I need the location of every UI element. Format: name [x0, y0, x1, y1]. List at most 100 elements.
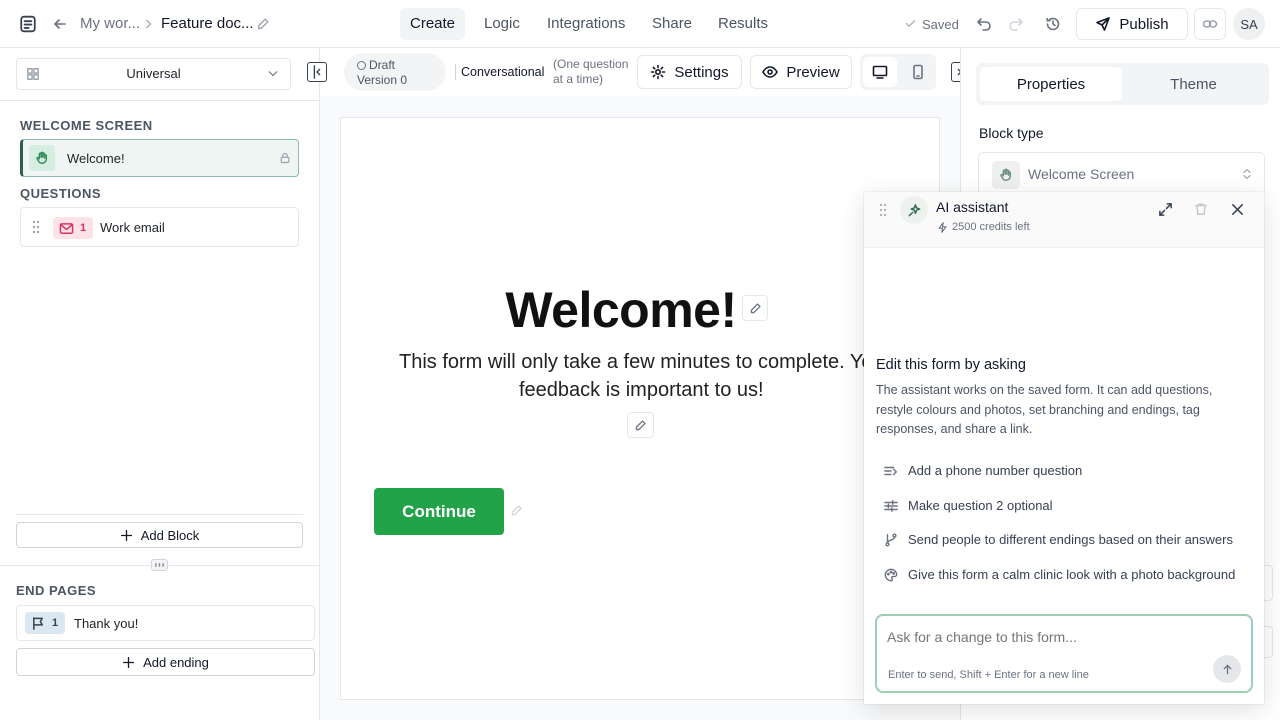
- pencil-icon[interactable]: [256, 17, 270, 31]
- ai-assistant-dialog: AI assistant 2500 credits left Edit this…: [864, 192, 1264, 704]
- version-label: Version 0: [357, 73, 408, 87]
- ai-description: The assistant works on the saved form. I…: [876, 383, 1213, 436]
- welcome-title-wrap: Welcome!: [341, 281, 901, 339]
- editor-toolbar: Draft Version 0 Conversational (One ques…: [307, 48, 971, 96]
- mode-hint-line: (One question: [553, 57, 629, 71]
- question-label: Work email: [100, 220, 165, 235]
- draft-version-badge[interactable]: Draft Version 0: [344, 53, 446, 91]
- close-icon[interactable]: [1230, 202, 1245, 217]
- trash-icon[interactable]: [1194, 202, 1208, 216]
- breadcrumb-form-title[interactable]: Feature doc...: [161, 15, 254, 32]
- add-ending-button[interactable]: Add ending: [16, 648, 315, 676]
- tab-properties[interactable]: Properties: [980, 67, 1122, 101]
- continue-button[interactable]: Continue: [374, 488, 504, 535]
- sparkle-icon: [900, 196, 928, 224]
- suggestion-item[interactable]: Give this form a calm clinic look with a…: [884, 567, 1235, 582]
- ending-block-item[interactable]: 1 Thank you!: [16, 605, 315, 641]
- expand-icon[interactable]: [1158, 202, 1173, 217]
- drag-handle-icon[interactable]: [32, 220, 40, 234]
- gear-icon: [650, 64, 666, 80]
- question-type-badge: 1: [53, 217, 93, 239]
- input-hint: Enter to send, Shift + Enter for a new l…: [888, 669, 1089, 681]
- avatar[interactable]: SA: [1233, 8, 1265, 40]
- lock-icon: [279, 152, 291, 164]
- preview-label: Preview: [786, 63, 840, 81]
- breadcrumb-workspace[interactable]: My wor...: [80, 15, 140, 32]
- left-panel: Universal WELCOME SCREEN Welcome! QUESTI…: [0, 48, 320, 720]
- publish-label: Publish: [1119, 15, 1169, 33]
- top-bar: My wor... Feature doc... Create Logic In…: [0, 0, 1280, 48]
- form-preview-card: Welcome! This form will only take a few …: [340, 117, 940, 700]
- branch-icon: [884, 533, 898, 547]
- settings-label: Settings: [674, 63, 729, 81]
- text-insert-icon: [884, 464, 898, 478]
- ending-number: 1: [52, 617, 59, 629]
- mode-hint: (One question at a time): [553, 57, 628, 87]
- mode-hint-line: at a time): [553, 72, 604, 86]
- check-icon: [905, 18, 916, 29]
- history-icon[interactable]: [1045, 16, 1061, 32]
- drag-handle-icon[interactable]: [879, 203, 887, 217]
- collapse-panel-icon[interactable]: [307, 62, 327, 82]
- tab-share[interactable]: Share: [642, 8, 702, 40]
- suggestion-item[interactable]: Send people to different endings based o…: [884, 532, 1233, 547]
- suggestion-item[interactable]: Make question 2 optional: [884, 498, 1053, 513]
- add-block-button[interactable]: Add Block: [16, 522, 303, 548]
- bolt-icon: [937, 222, 948, 233]
- redo-icon[interactable]: [1008, 16, 1024, 32]
- divider: [16, 514, 303, 515]
- resize-handle[interactable]: [151, 559, 168, 571]
- block-type-select[interactable]: Welcome Screen: [978, 152, 1265, 196]
- link-icon: [1202, 16, 1218, 32]
- add-block-label: Add Block: [140, 527, 200, 543]
- hand-icon: [992, 161, 1020, 189]
- undo-icon[interactable]: [976, 16, 992, 32]
- copy-link-button[interactable]: [1194, 8, 1226, 40]
- pencil-icon[interactable]: [742, 295, 768, 321]
- ending-label: Thank you!: [74, 616, 139, 631]
- welcome-block-item[interactable]: Welcome!: [20, 139, 299, 177]
- tab-integrations[interactable]: Integrations: [537, 8, 635, 40]
- arrow-up-icon[interactable]: [1213, 655, 1241, 683]
- hand-icon: [29, 145, 55, 171]
- ai-title: AI assistant: [936, 199, 1009, 215]
- preview-button[interactable]: Preview: [750, 55, 852, 89]
- suggestion-label: Send people to different endings based o…: [908, 532, 1233, 547]
- ai-heading: Edit this form by asking: [876, 357, 1026, 373]
- pencil-icon[interactable]: [510, 504, 523, 517]
- ai-prompt-input[interactable]: [887, 626, 1227, 648]
- form-logo-icon[interactable]: [19, 15, 37, 33]
- tab-theme[interactable]: Theme: [1122, 67, 1265, 101]
- device-toggle: [860, 54, 936, 90]
- credits-left: 2500 credits left: [952, 221, 1030, 233]
- pencil-icon[interactable]: [627, 412, 654, 438]
- end-pages-heading: END PAGES: [16, 583, 97, 598]
- status-dot-icon: [357, 61, 366, 70]
- tab-create[interactable]: Create: [400, 8, 466, 40]
- mode-label[interactable]: Conversational: [461, 65, 544, 79]
- divider: [0, 100, 319, 101]
- sliders-icon: [884, 499, 898, 513]
- publish-button[interactable]: Publish: [1076, 8, 1188, 40]
- desktop-icon[interactable]: [863, 57, 897, 87]
- back-arrow-icon[interactable]: [52, 16, 68, 32]
- suggestion-item[interactable]: Add a phone number question: [884, 463, 1082, 478]
- question-block-item[interactable]: 1 Work email: [20, 207, 299, 247]
- tab-logic[interactable]: Logic: [474, 8, 530, 40]
- mail-icon: [59, 221, 74, 236]
- tab-results[interactable]: Results: [708, 8, 778, 40]
- welcome-description[interactable]: This form will only take a few minutes t…: [399, 348, 939, 404]
- ending-type-badge: 1: [25, 612, 65, 634]
- block-type-value: Welcome Screen: [1028, 166, 1135, 182]
- settings-button[interactable]: Settings: [637, 55, 742, 89]
- palette-icon: [884, 568, 898, 582]
- welcome-title[interactable]: Welcome!: [505, 282, 737, 338]
- saved-status: Saved: [922, 17, 959, 32]
- ai-prompt-box: Enter to send, Shift + Enter for a new l…: [875, 614, 1253, 693]
- question-number: 1: [80, 222, 87, 234]
- suggestion-label: Give this form a calm clinic look with a…: [908, 567, 1236, 582]
- layout-select[interactable]: Universal: [16, 58, 291, 90]
- eye-icon: [762, 64, 779, 80]
- mobile-icon[interactable]: [901, 57, 935, 87]
- suggestion-label: Make question 2 optional: [908, 498, 1053, 513]
